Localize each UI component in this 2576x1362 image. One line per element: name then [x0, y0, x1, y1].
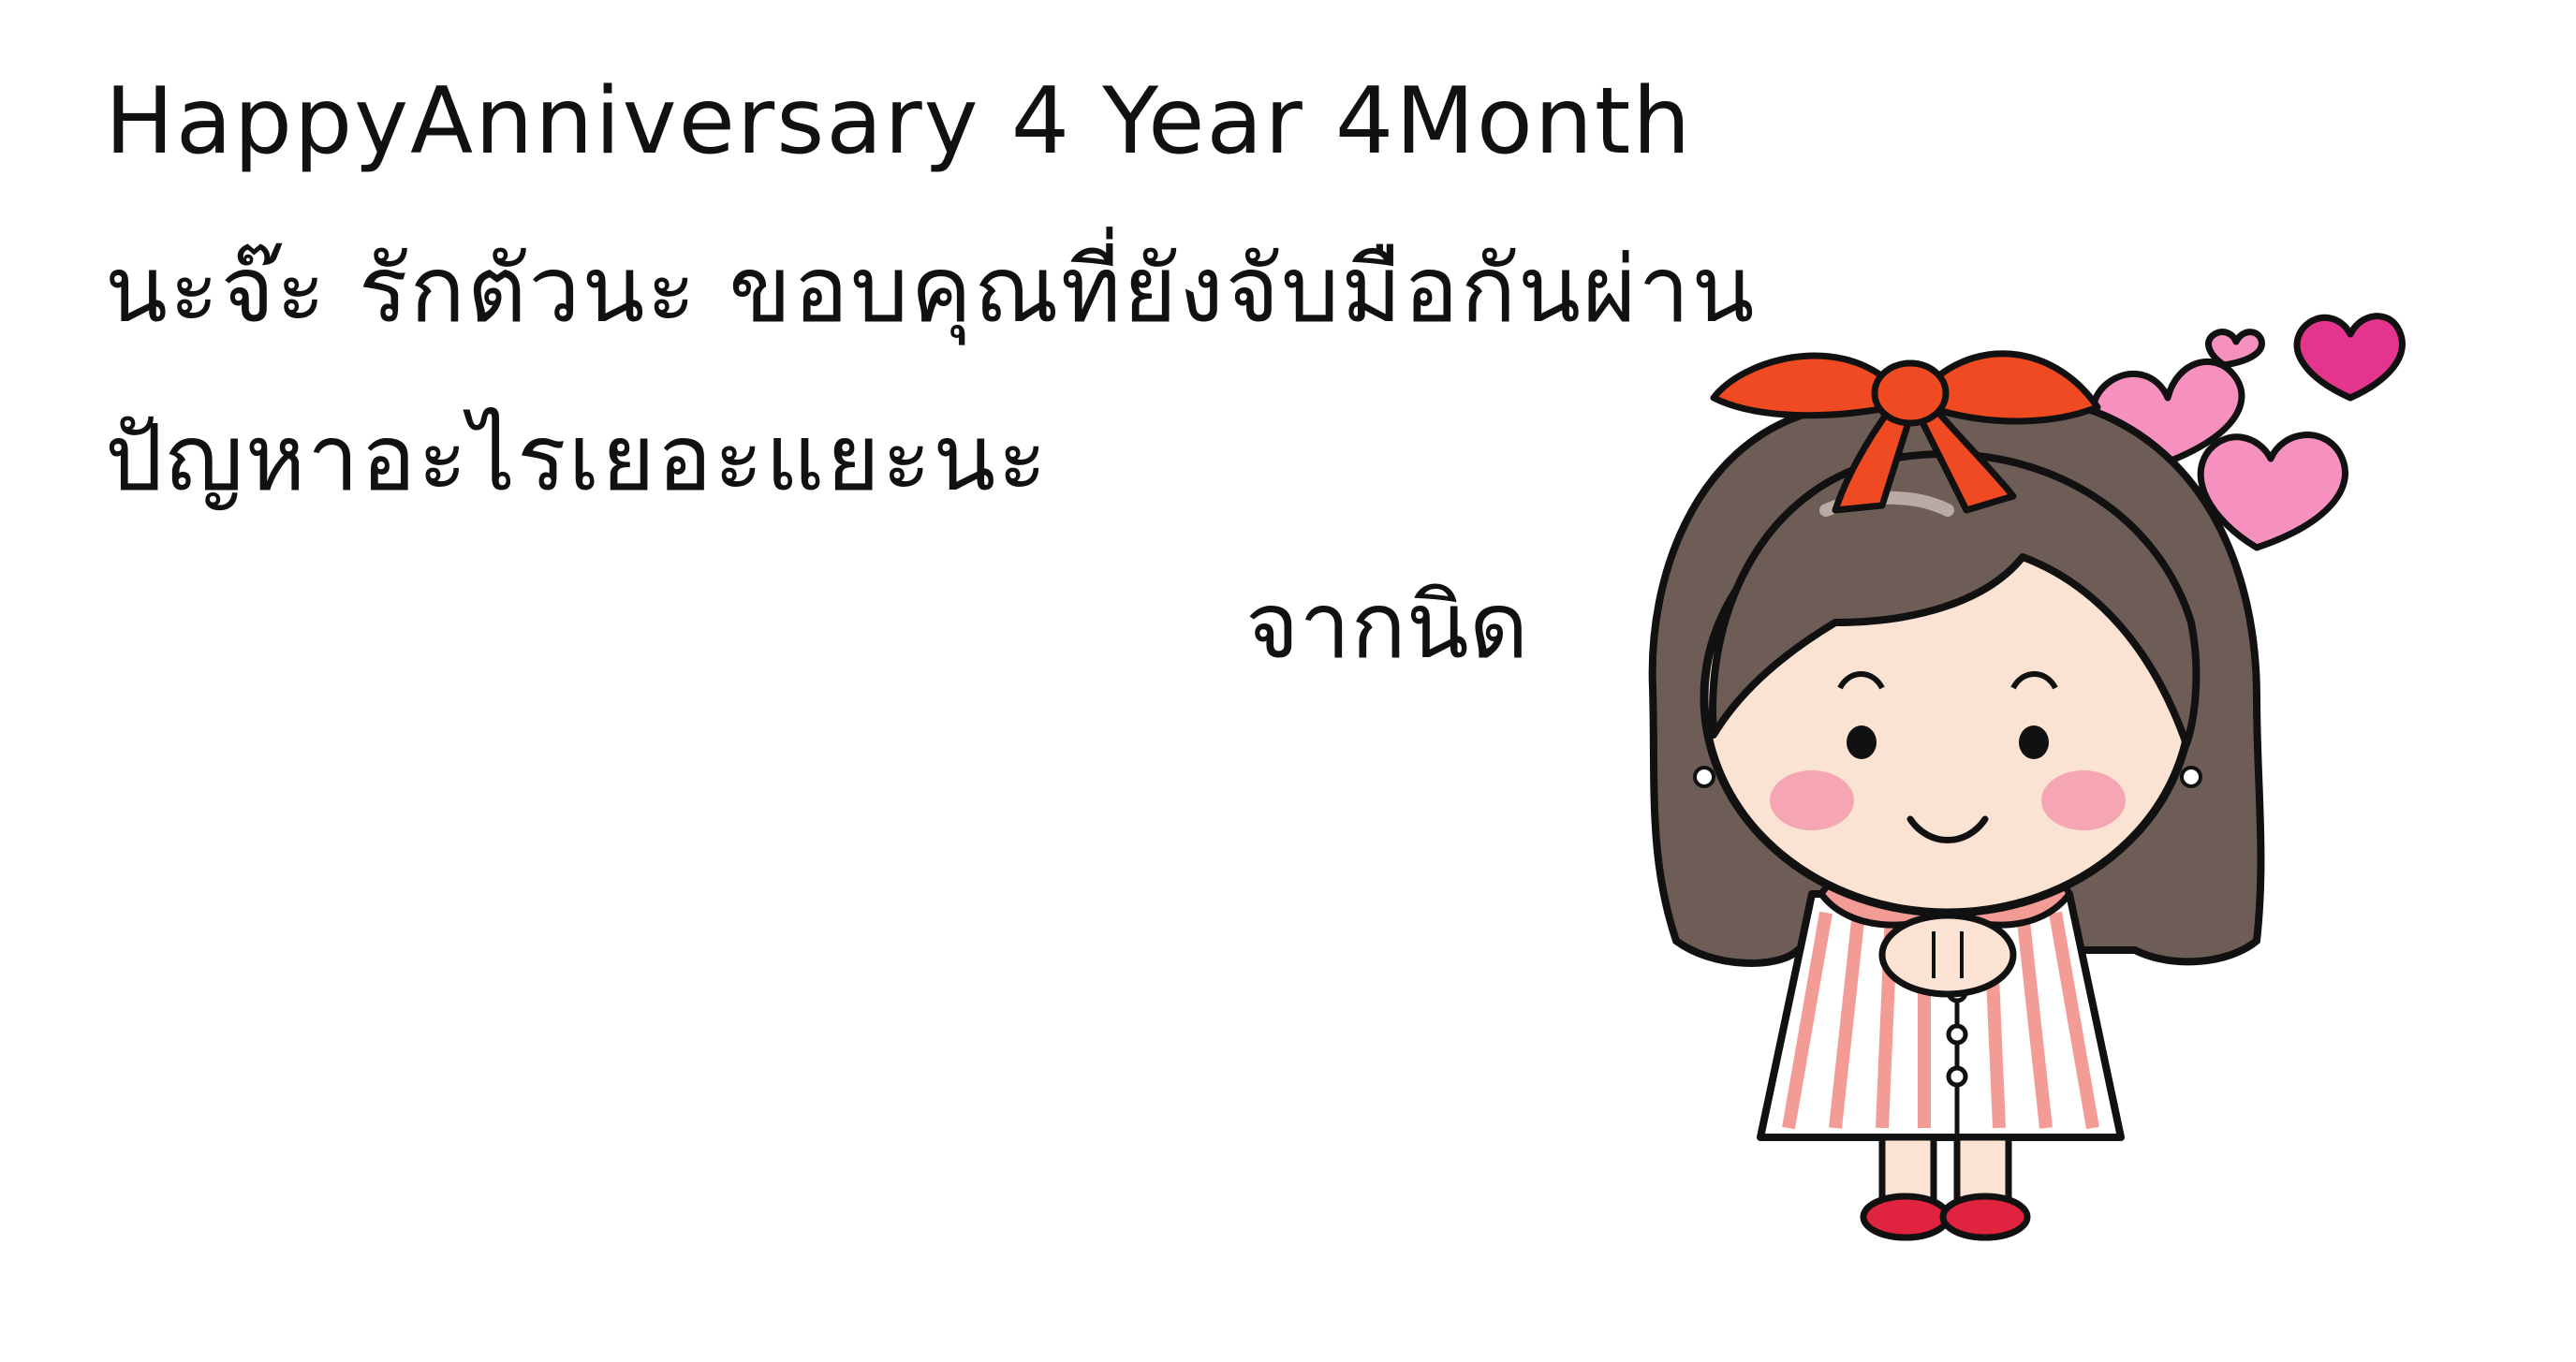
anniversary-card: HappyAnniversary 4 Year 4Month นะจ๊ะ รัก… [0, 0, 2576, 1362]
anniversary-message: HappyAnniversary 4 Year 4Month นะจ๊ะ รัก… [105, 37, 1790, 543]
signature: จากนิด [1245, 573, 1529, 680]
heart-magenta [2293, 313, 2406, 402]
heart-pink-small [2205, 329, 2265, 369]
message-line-2: นะจ๊ะ รักตัวนะ ขอบคุณที่ยังจับมือกันผ่าน [105, 237, 1757, 344]
message-line-1: HappyAnniversary 4 Year 4Month [105, 68, 1693, 175]
cartoon-girl-with-hearts-icon [1648, 313, 2406, 1241]
legs [1860, 1134, 2031, 1241]
message-line-3: ปัญหาอะไรเยอะแยะนะ [105, 405, 1050, 512]
